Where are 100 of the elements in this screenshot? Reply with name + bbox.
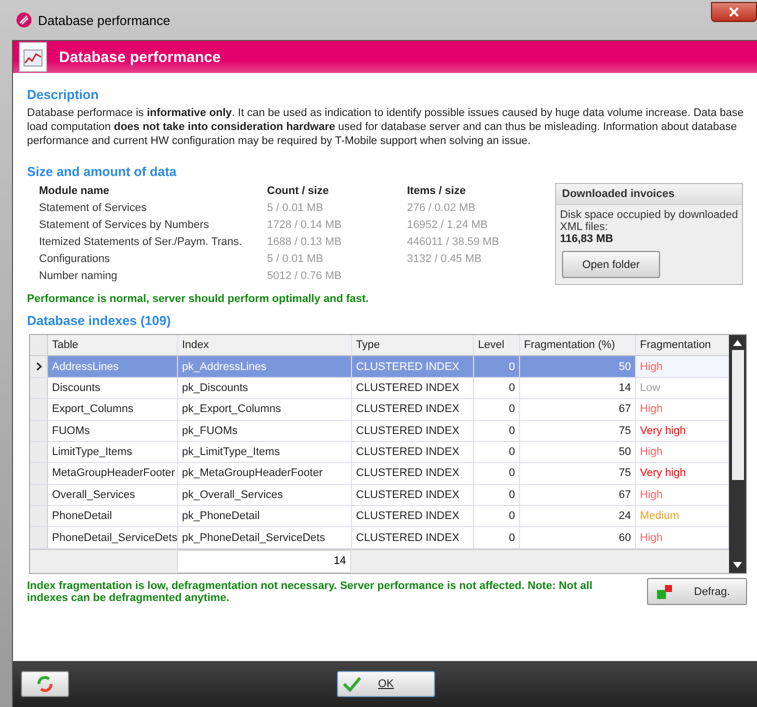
column-header[interactable]: Type bbox=[352, 335, 474, 356]
table-row[interactable]: PhoneDetail pk_PhoneDetail CLUSTERED INDEX 0 24 Medium bbox=[30, 506, 729, 528]
column-header[interactable]: Index bbox=[178, 335, 352, 356]
table-cell: pk_PhoneDetail bbox=[178, 506, 352, 526]
table-cell: 0 bbox=[474, 506, 520, 526]
table-row[interactable]: LimitType_Items pk_LimitType_Items CLUSTERED INDEX 0 50 High bbox=[30, 442, 729, 464]
checkmark-icon bbox=[342, 676, 362, 692]
table-row[interactable]: MetaGroupHeaderFooter pk_MetaGroupHeaderFooter CLUSTERED INDEX 0 75 Very high bbox=[30, 463, 729, 485]
refresh-button[interactable] bbox=[21, 671, 69, 697]
section-heading: Database indexes (109) bbox=[27, 313, 172, 328]
section-heading: Description bbox=[27, 87, 100, 102]
table-cell: CLUSTERED INDEX bbox=[352, 506, 474, 526]
panel-title: Downloaded invoices bbox=[556, 184, 742, 205]
column-header: Items / size bbox=[407, 185, 467, 197]
table-cell: 0 bbox=[474, 399, 520, 420]
table-row[interactable]: Overall_Services pk_Overall_Services CLUSTERED INDEX 0 67 High bbox=[30, 484, 729, 506]
table-cell: pk_Overall_Services bbox=[178, 484, 352, 505]
status-message: Performance is normal, server should perform optimally and fast. bbox=[27, 293, 370, 305]
table-cell: 0 bbox=[474, 527, 520, 548]
table-cell: CLUSTERED INDEX bbox=[352, 420, 474, 441]
table-cell: PhoneDetail_ServiceDets bbox=[48, 527, 178, 548]
row-header[interactable] bbox=[30, 356, 48, 377]
table-cell: CLUSTERED INDEX bbox=[352, 463, 474, 484]
table-cell: 60 bbox=[520, 527, 636, 548]
table-cell: pk_LimitType_Items bbox=[178, 442, 352, 462]
table-cell: 0 bbox=[474, 420, 520, 441]
table-cell: CLUSTERED INDEX bbox=[352, 378, 474, 398]
table-cell: 24 bbox=[520, 506, 636, 526]
table-cell: FUOMs bbox=[48, 420, 178, 441]
refresh-icon bbox=[36, 675, 54, 693]
table-cell: CLUSTERED INDEX bbox=[352, 442, 474, 462]
app-icon bbox=[16, 12, 32, 28]
table-cell: pk_MetaGroupHeaderFooter bbox=[178, 463, 352, 484]
table-cell: pk_AddressLines bbox=[178, 356, 352, 377]
summary-cell: 14 bbox=[177, 550, 351, 574]
table-cell: Overall_Services bbox=[48, 484, 178, 505]
count-size: 5 / 0.01 MB bbox=[267, 202, 324, 214]
section-heading: Size and amount of data bbox=[27, 164, 178, 179]
table-cell: Export_Columns bbox=[48, 399, 178, 420]
module-name: Configurations bbox=[39, 253, 111, 265]
items-size: 3132 / 0.45 MB bbox=[407, 253, 483, 265]
table-cell: CLUSTERED INDEX bbox=[352, 484, 474, 505]
table-cell: 0 bbox=[474, 484, 520, 505]
table-cell: CLUSTERED INDEX bbox=[352, 527, 474, 548]
description-text: Database performace is informative only. It can be used as indication to identify possible issues caused by huge data volume increase. Data base load computation does not take into consideration hardware used for database server and can thus be misleading. Information about database performance and current HW configuration may be required by T-Mobile support when solving an issue. bbox=[27, 106, 745, 148]
table-cell: High bbox=[636, 356, 729, 377]
module-name: Number naming bbox=[39, 270, 118, 282]
disk-space-value: 116,83 MB bbox=[559, 233, 614, 247]
table-cell: PhoneDetail bbox=[48, 506, 178, 526]
defrag-button[interactable]: Defrag. bbox=[647, 578, 747, 605]
items-size: 276 / 0.02 MB bbox=[407, 202, 476, 214]
module-name: Statement of Services by Numbers bbox=[39, 219, 210, 231]
table-cell: 75 bbox=[520, 420, 636, 441]
scroll-down-icon bbox=[733, 562, 742, 568]
scroll-up-icon bbox=[733, 340, 742, 346]
count-size: 1728 / 0.14 MB bbox=[267, 219, 343, 231]
column-header[interactable]: Fragmentation (%) bbox=[520, 335, 636, 356]
table-cell: 75 bbox=[520, 463, 636, 484]
table-cell: Discounts bbox=[48, 378, 178, 398]
module-name: Itemized Statements of Ser./Paym. Trans. bbox=[39, 236, 243, 248]
count-size: 5 / 0.01 MB bbox=[267, 253, 324, 265]
table-cell: pk_Export_Columns bbox=[178, 399, 352, 420]
fragmentation-message: Index fragmentation is low, defragmentation not necessary. Server performance is not affected. Note: Not all indexes can be defragmented anytime. bbox=[27, 580, 594, 604]
table-row[interactable]: Export_Columns pk_Export_Columns CLUSTERED INDEX 0 67 High bbox=[30, 399, 729, 420]
table-cell: 0 bbox=[474, 463, 520, 484]
ok-button[interactable]: OK bbox=[337, 671, 435, 697]
table-row[interactable]: Discounts pk_Discounts CLUSTERED INDEX 0 14 Low bbox=[30, 378, 729, 400]
table-cell: 0 bbox=[474, 378, 520, 398]
table-cell: 67 bbox=[520, 399, 636, 420]
header-title: Database performance bbox=[59, 48, 221, 66]
column-header: Module name bbox=[39, 185, 110, 197]
table-cell: LimitType_Items bbox=[48, 442, 178, 462]
table-cell: AddressLines bbox=[48, 356, 178, 377]
close-icon bbox=[729, 7, 739, 17]
count-size: 5012 / 0.76 MB bbox=[267, 270, 343, 282]
panel-text: Disk space occupied by downloaded XML files: bbox=[559, 208, 739, 233]
table-cell: pk_Discounts bbox=[178, 378, 352, 398]
open-folder-button[interactable]: Open folder bbox=[562, 251, 660, 278]
column-header[interactable]: Table bbox=[48, 335, 178, 356]
table-cell: 0 bbox=[474, 442, 520, 462]
scrollbar[interactable] bbox=[729, 335, 746, 573]
close-button[interactable] bbox=[711, 2, 757, 22]
table-cell: 14 bbox=[520, 378, 636, 398]
table-cell: 50 bbox=[520, 442, 636, 462]
table-cell: CLUSTERED INDEX bbox=[352, 356, 474, 377]
count-size: 1688 / 0.13 MB bbox=[267, 236, 343, 248]
table-row[interactable]: FUOMs pk_FUOMs CLUSTERED INDEX 0 75 Very high bbox=[30, 420, 729, 442]
column-header[interactable]: Level bbox=[474, 335, 520, 356]
module-name: Statement of Services bbox=[39, 202, 148, 214]
table-cell: 0 bbox=[474, 356, 520, 377]
table-cell: pk_PhoneDetail_ServiceDets bbox=[178, 527, 352, 548]
table-cell: CLUSTERED INDEX bbox=[352, 399, 474, 420]
table-cell: MetaGroupHeaderFooter bbox=[48, 463, 178, 484]
items-size: 16952 / 1.24 MB bbox=[407, 219, 489, 231]
column-header: Count / size bbox=[267, 185, 330, 197]
window-title: Database performance bbox=[38, 12, 170, 28]
table-cell: 67 bbox=[520, 484, 636, 505]
items-size: 446011 / 38.59 MB bbox=[407, 236, 500, 248]
row-pointer-icon bbox=[36, 362, 42, 372]
cubes-icon bbox=[656, 584, 674, 600]
